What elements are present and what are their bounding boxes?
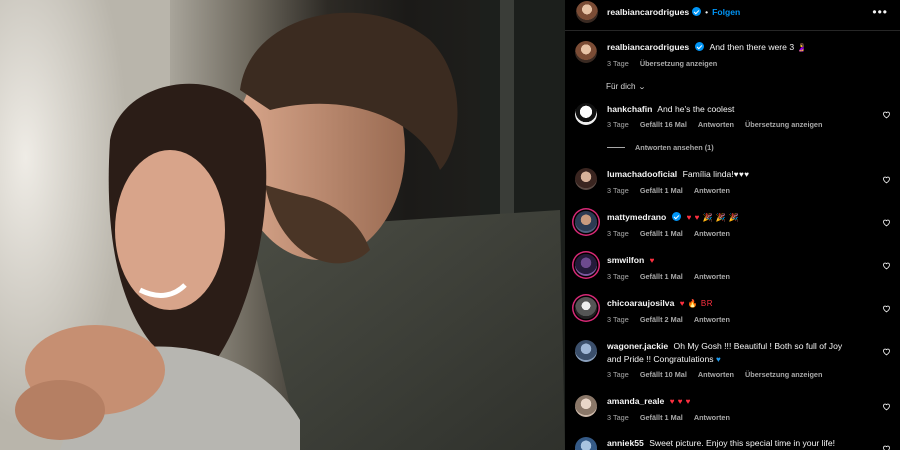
comment-item: amanda_reale ♥ ♥ ♥ 3 Tage Gefällt 1 Mal …	[575, 395, 893, 422]
comment-username[interactable]: chicoaraujosilva	[607, 298, 674, 308]
comment-emoji: ♥	[649, 256, 655, 265]
comment-username[interactable]: smwilfon	[607, 255, 644, 265]
chevron-down-icon: ⌄	[637, 84, 646, 91]
comment-emoji: ♥ 🔥 BR	[679, 299, 714, 308]
comment-likes[interactable]: Gefällt 10 Mal	[640, 370, 687, 379]
comment-emoji: ♥♥♥	[733, 170, 750, 179]
translate-link[interactable]: Übersetzung anzeigen	[745, 370, 822, 379]
comment-username[interactable]: wagoner.jackie	[607, 341, 668, 351]
comment-emoji: ♥ ♥ 🎉 🎉 🎉	[686, 213, 740, 222]
comment-item: lumachadooficial Família linda!♥♥♥ 3 Tag…	[575, 168, 893, 195]
comment-likes[interactable]: Gefällt 1 Mal	[640, 186, 683, 195]
caption-username[interactable]: realbiancarodrigues	[607, 42, 689, 52]
commenter-avatar[interactable]	[575, 254, 597, 276]
reply-button[interactable]: Antworten	[694, 272, 730, 281]
comment-emoji: ♥ ♥ ♥	[669, 397, 691, 406]
commenter-avatar[interactable]	[575, 340, 597, 362]
comment-item: smwilfon ♥ 3 Tage Gefällt 1 Mal Antworte…	[575, 254, 893, 281]
more-horizontal-icon[interactable]: •••	[872, 6, 888, 18]
header-divider	[565, 30, 900, 31]
like-heart-icon[interactable]	[882, 110, 891, 119]
comment-time[interactable]: 3 Tage	[607, 272, 629, 281]
comment-time[interactable]: 3 Tage	[607, 413, 629, 422]
verified-badge-icon	[672, 212, 682, 221]
caption-author-avatar[interactable]	[575, 41, 597, 63]
author-avatar[interactable]	[576, 0, 598, 23]
reply-button[interactable]: Antworten	[694, 186, 730, 195]
comment-username[interactable]: amanda_reale	[607, 396, 664, 406]
reply-button[interactable]: Antworten	[694, 413, 730, 422]
couple-photo-illustration	[0, 0, 565, 450]
caption-translate-link[interactable]: Übersetzung anzeigen	[640, 59, 717, 68]
commenter-avatar[interactable]	[575, 103, 597, 125]
comment-text: Família linda!	[682, 169, 734, 179]
comment-text: And he's the coolest	[657, 104, 735, 114]
comment-text: Sweet picture. Enjoy this special time i…	[649, 438, 835, 448]
caption-emoji: 🤰	[796, 43, 807, 52]
commenter-avatar[interactable]	[575, 395, 597, 417]
commenter-avatar[interactable]	[575, 297, 597, 319]
commenter-avatar[interactable]	[575, 211, 597, 233]
like-heart-icon[interactable]	[882, 444, 891, 450]
comment-likes[interactable]: Gefällt 2 Mal	[640, 315, 683, 324]
separator-dot: •	[705, 6, 709, 17]
like-heart-icon[interactable]	[882, 402, 891, 411]
caption-text: And then there were 3	[709, 42, 795, 52]
author-username[interactable]: realbiancarodrigues	[607, 7, 689, 17]
commenter-avatar[interactable]	[575, 168, 597, 190]
comments-panel: realbiancarodrigues • Folgen ••• realbia…	[565, 0, 900, 450]
comment-username[interactable]: mattymedrano	[607, 212, 666, 222]
comment-likes[interactable]: Gefällt 16 Mal	[640, 120, 687, 129]
comment-likes[interactable]: Gefällt 1 Mal	[640, 229, 683, 238]
comment-emoji: ♥	[715, 354, 722, 364]
verified-badge-icon	[695, 42, 705, 51]
post-photo[interactable]	[0, 0, 565, 450]
translate-link[interactable]: Übersetzung anzeigen	[745, 120, 822, 129]
commenter-avatar[interactable]	[575, 437, 597, 450]
view-replies-label: Antworten ansehen (1)	[635, 143, 714, 152]
reply-button[interactable]: Antworten	[698, 120, 734, 129]
comment-likes[interactable]: Gefällt 1 Mal	[640, 413, 683, 422]
comment-sort-label: Für dich	[606, 82, 636, 91]
comment-item: chicoaraujosilva ♥ 🔥 BR 3 Tage Gefällt 2…	[575, 297, 893, 324]
comment-time[interactable]: 3 Tage	[607, 370, 629, 379]
caption-time[interactable]: 3 Tage	[607, 59, 629, 68]
caption: realbiancarodrigues And then there were …	[575, 41, 893, 68]
replies-line	[607, 147, 625, 148]
comment-likes[interactable]: Gefällt 1 Mal	[640, 272, 683, 281]
comment-time[interactable]: 3 Tage	[607, 315, 629, 324]
like-heart-icon[interactable]	[882, 304, 891, 313]
follow-button[interactable]: Folgen	[712, 7, 740, 17]
comment-time[interactable]: 3 Tage	[607, 229, 629, 238]
reply-button[interactable]: Antworten	[698, 370, 734, 379]
like-heart-icon[interactable]	[882, 347, 891, 356]
reply-button[interactable]: Antworten	[694, 229, 730, 238]
comment-item: anniek55 Sweet picture. Enjoy this speci…	[575, 437, 893, 450]
comment-item: mattymedrano ♥ ♥ 🎉 🎉 🎉 3 Tage Gefällt 1 …	[575, 211, 893, 238]
reply-button[interactable]: Antworten	[694, 315, 730, 324]
comment-time[interactable]: 3 Tage	[607, 186, 629, 195]
like-heart-icon[interactable]	[882, 218, 891, 227]
view-replies-button[interactable]: Antworten ansehen (1)	[607, 143, 714, 152]
comment-sort-dropdown[interactable]: Für dich ⌄	[606, 82, 646, 91]
comment-item: wagoner.jackie Oh My Gosh !!! Beautiful …	[575, 340, 893, 379]
comment-username[interactable]: lumachadooficial	[607, 169, 677, 179]
like-heart-icon[interactable]	[882, 261, 891, 270]
verified-badge-icon	[692, 7, 702, 16]
post-header: realbiancarodrigues • Folgen •••	[565, 0, 900, 23]
comment-username[interactable]: hankchafin	[607, 104, 652, 114]
like-heart-icon[interactable]	[882, 175, 891, 184]
comment-item: hankchafin And he's the coolest 3 Tage G…	[575, 103, 893, 129]
comment-time[interactable]: 3 Tage	[607, 120, 629, 129]
comment-username[interactable]: anniek55	[607, 438, 644, 448]
